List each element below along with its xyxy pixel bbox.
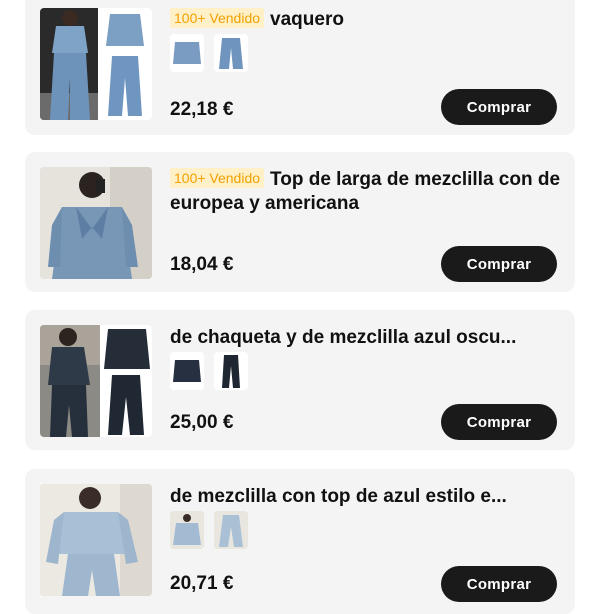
light-denim-top-thumb-icon	[170, 511, 204, 549]
product-price: 22,18 €	[170, 99, 234, 120]
product-card[interactable]: de chaqueta y de mezclilla azul oscu... …	[25, 310, 575, 450]
product-image[interactable]	[40, 484, 152, 596]
variant-thumb[interactable]	[170, 511, 204, 549]
product-title-text: de chaqueta y de mezclilla azul oscu...	[170, 327, 517, 348]
buy-button[interactable]: Comprar	[441, 566, 557, 602]
product-card[interactable]: 100+ Vendido vaquero 22,18 € Comprar	[25, 0, 575, 135]
product-title-text: de mezclilla con top de azul estilo e...	[170, 486, 507, 507]
variant-thumb[interactable]	[214, 511, 248, 549]
variant-thumb[interactable]	[214, 34, 248, 72]
product-price: 20,71 €	[170, 573, 234, 594]
light-denim-set-photo	[40, 484, 152, 596]
buy-button[interactable]: Comprar	[441, 404, 557, 440]
denim-jacket-thumb-icon	[170, 34, 204, 72]
product-price: 18,04 €	[170, 254, 234, 275]
variant-thumbnails	[170, 511, 248, 549]
buy-button[interactable]: Comprar	[441, 89, 557, 125]
product-price: 25,00 €	[170, 412, 234, 433]
product-image[interactable]	[40, 8, 152, 120]
variant-thumbnails	[170, 352, 248, 390]
product-image[interactable]	[40, 325, 152, 437]
variant-thumbnails	[170, 34, 248, 72]
product-title[interactable]: de mezclilla con top de azul estilo e...	[170, 485, 563, 509]
dark-denim-set-photo	[40, 325, 152, 437]
denim-bow-top-photo	[40, 167, 152, 279]
product-title[interactable]: 100+ Vendido Top de larga de mezclilla co…	[170, 168, 563, 216]
sold-badge: 100+ Vendido	[170, 8, 265, 28]
variant-thumb[interactable]	[214, 352, 248, 390]
denim-outfit-photo	[40, 8, 152, 120]
product-title[interactable]: de chaqueta y de mezclilla azul oscu...	[170, 326, 563, 350]
product-title-text: vaquero	[270, 9, 344, 30]
light-denim-jeans-thumb-icon	[214, 511, 248, 549]
product-image[interactable]	[40, 167, 152, 279]
dark-jacket-thumb-icon	[170, 352, 204, 390]
product-title[interactable]: 100+ Vendido vaquero	[170, 8, 563, 32]
variant-thumb[interactable]	[170, 352, 204, 390]
buy-button[interactable]: Comprar	[441, 246, 557, 282]
product-card[interactable]: 100+ Vendido Top de larga de mezclilla co…	[25, 152, 575, 292]
wide-jeans-thumb-icon	[214, 34, 248, 72]
product-card[interactable]: de mezclilla con top de azul estilo e...…	[25, 469, 575, 614]
variant-thumb[interactable]	[170, 34, 204, 72]
sold-badge: 100+ Vendido	[170, 168, 265, 188]
dark-jeans-thumb-icon	[214, 352, 248, 390]
